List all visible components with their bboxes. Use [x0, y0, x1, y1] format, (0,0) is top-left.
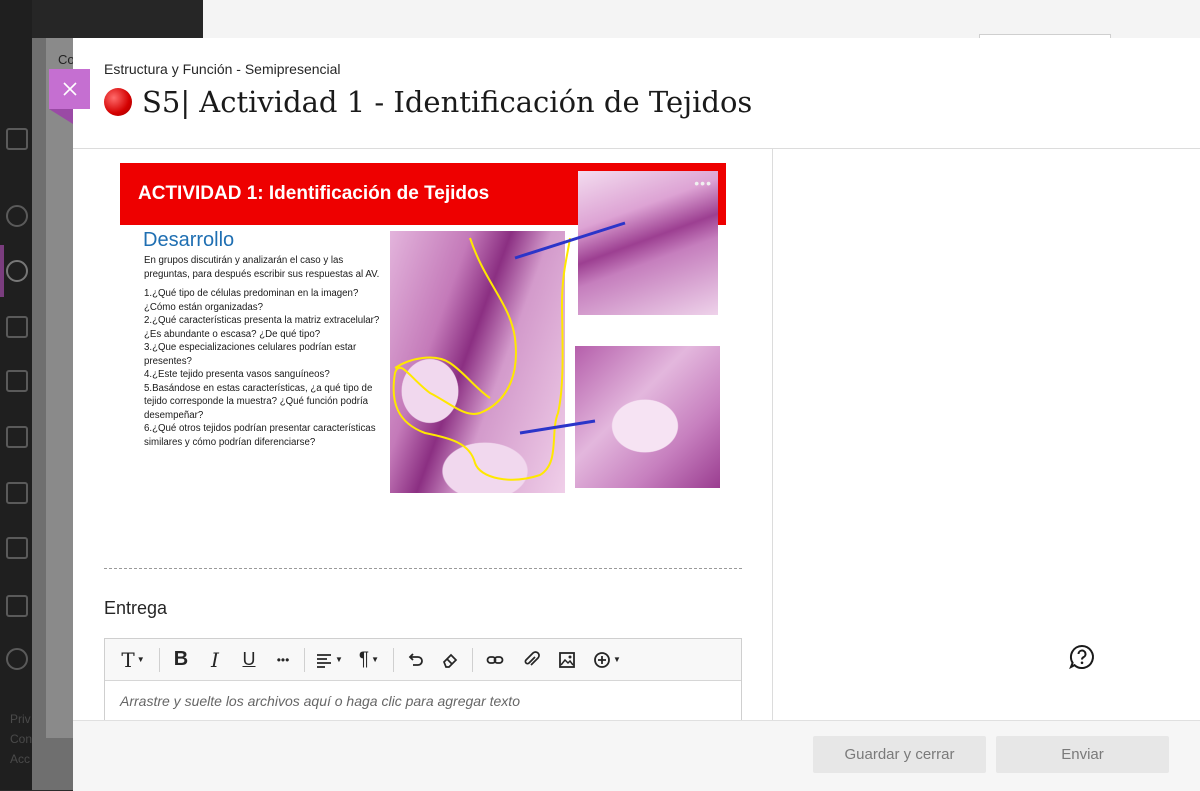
side-area — [773, 148, 1200, 720]
attach-icon — [524, 650, 540, 666]
page-title: S5| Actividad 1 - Identificación de Teji… — [104, 85, 752, 119]
paragraph-icon: ¶ — [358, 648, 370, 670]
paragraph-button[interactable]: ¶ ▼ — [349, 639, 389, 680]
align-button[interactable]: ▼ — [309, 639, 349, 680]
footer-link-privacy[interactable]: Priv — [10, 712, 31, 726]
italic-button[interactable]: I — [198, 639, 232, 680]
close-button-tab — [49, 109, 73, 124]
course-name: Estructura y Función - Semipresencial — [104, 61, 341, 77]
italic-icon: I — [211, 647, 219, 672]
slide-question: 3.¿Que especializaciones celulares podrí… — [144, 342, 357, 367]
edit-icon[interactable] — [6, 595, 28, 617]
globe-icon[interactable] — [6, 260, 28, 282]
red-circle-icon — [104, 88, 132, 116]
undo-icon — [408, 652, 423, 666]
institution-icon[interactable] — [6, 128, 28, 150]
slide-question: 5.Basándose en estas características, ¿a… — [144, 382, 373, 421]
grades-icon[interactable] — [6, 482, 28, 504]
activity-slide-image: ACTIVIDAD 1: Identificación de Tejidos •… — [120, 163, 726, 501]
slide-question: 4.¿Este tejido presenta vasos sanguíneos… — [144, 369, 330, 380]
close-button[interactable] — [49, 69, 90, 109]
footer-link-accessibility[interactable]: Acc — [10, 752, 30, 766]
bold-icon: B — [173, 648, 189, 670]
instructions-area[interactable]: ACTIVIDAD 1: Identificación de Tejidos •… — [73, 148, 773, 720]
align-icon — [317, 653, 332, 668]
undo-button[interactable] — [398, 639, 432, 680]
more-icon: ••• — [276, 652, 290, 667]
tools-icon[interactable] — [6, 537, 28, 559]
background-top-area — [203, 0, 1200, 38]
section-divider — [104, 568, 742, 569]
messages-icon[interactable] — [6, 426, 28, 448]
assignment-panel: Estructura y Función - Semipresencial S5… — [73, 38, 1200, 791]
footer-link-terms[interactable]: Con — [10, 732, 32, 746]
toolbar-separator — [393, 647, 394, 672]
clear-formatting-button[interactable] — [432, 639, 468, 680]
nav-active-indicator — [0, 245, 4, 297]
image-icon — [559, 651, 575, 668]
calendar-icon[interactable] — [6, 370, 28, 392]
background-nav: Priv Con Acc — [0, 0, 32, 790]
annotation-lines — [392, 221, 626, 481]
toolbar-separator — [159, 647, 160, 672]
close-icon — [62, 82, 77, 96]
underline-button[interactable]: U — [232, 639, 266, 680]
image-more-button[interactable]: ••• — [694, 175, 712, 191]
add-icon — [594, 651, 610, 668]
slide-text: En grupos discutirán y analizarán el cas… — [144, 254, 380, 449]
text-editor[interactable]: T ▼ B I U ••• ▼ ¶ ▼ ▼ Arrastre y suelte … — [104, 638, 742, 720]
link-icon — [486, 655, 504, 664]
slide-question: 6.¿Qué otros tejidos podrían presentar c… — [144, 423, 376, 448]
profile-icon[interactable] — [6, 205, 28, 227]
slide-intro: En grupos discutirán y analizarán el cas… — [144, 255, 380, 280]
logout-icon[interactable] — [6, 648, 28, 670]
editor-toolbar: T ▼ B I U ••• ▼ ¶ ▼ ▼ — [105, 639, 741, 681]
toolbar-separator — [304, 647, 305, 672]
submission-heading: Entrega — [104, 598, 168, 618]
save-and-close-button[interactable]: Guardar y cerrar — [813, 736, 986, 773]
insert-image-button[interactable] — [549, 639, 585, 680]
submit-button[interactable]: Enviar — [996, 736, 1169, 773]
attach-file-button[interactable] — [513, 639, 549, 680]
toolbar-separator — [472, 647, 473, 672]
slide-heading: Desarrollo — [143, 229, 235, 251]
page-title-text: S5| Actividad 1 - Identificación de Teji… — [142, 85, 753, 119]
panel-footer: Guardar y cerrar Enviar — [73, 720, 1200, 791]
eraser-icon — [443, 653, 458, 668]
courses-icon[interactable] — [6, 316, 28, 338]
more-formatting-button[interactable]: ••• — [266, 639, 300, 680]
add-content-button[interactable]: ▼ — [585, 639, 629, 680]
bold-button[interactable]: B — [164, 639, 198, 680]
panel-header: Estructura y Función - Semipresencial S5… — [73, 38, 1200, 149]
background-content — [46, 38, 73, 738]
text-style-button[interactable]: T ▼ — [111, 639, 155, 680]
insert-link-button[interactable] — [477, 639, 513, 680]
slide-question: 1.¿Qué tipo de células predominan en la … — [144, 288, 359, 313]
editor-placeholder[interactable]: Arrastre y suelte los archivos aquí o ha… — [120, 693, 520, 709]
slide-question: 2.¿Qué características presenta la matri… — [144, 315, 380, 340]
underline-icon: U — [242, 649, 256, 669]
text-style-icon: T — [121, 647, 135, 672]
help-icon[interactable] — [1068, 643, 1096, 671]
